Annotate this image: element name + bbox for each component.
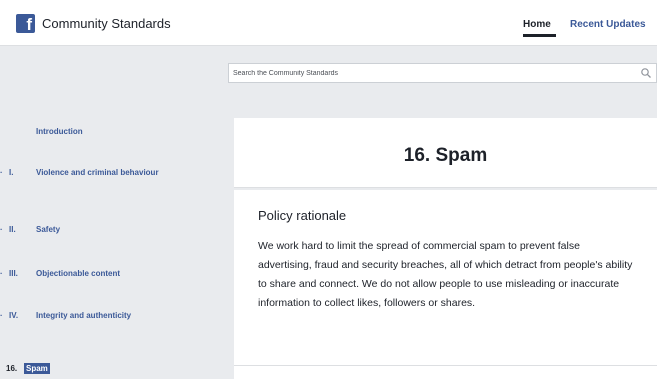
app-title[interactable]: Community Standards [42, 16, 171, 31]
facebook-logo-icon[interactable]: f [16, 14, 35, 33]
sidebar-bullet: · [0, 168, 3, 177]
divider [234, 365, 657, 366]
page-title: 16. Spam [403, 145, 488, 166]
sidebar-nav: Introduction · I. Violence and criminal … [0, 90, 228, 379]
sidebar-bullet: · [0, 269, 3, 278]
sidebar-item-label: Objectionable content [36, 269, 121, 278]
sidebar-bullet: · [0, 225, 3, 234]
policy-card: Policy rationale We work hard to limit t… [234, 190, 657, 379]
nav-recent-updates-link[interactable]: Recent Updates [570, 19, 646, 30]
section-heading: Policy rationale [258, 208, 347, 223]
sidebar-item-label: Introduction [36, 127, 83, 136]
search-input[interactable] [233, 66, 633, 80]
search-icon[interactable] [640, 67, 652, 79]
sidebar-item-label: Violence and criminal behaviour [36, 168, 159, 177]
active-tab-indicator [523, 34, 556, 37]
page-title-card: 16. Spam [234, 118, 657, 188]
sidebar-item-number: 16. [6, 364, 18, 373]
sidebar-item-number: I. [9, 168, 14, 177]
top-header: f Community Standards Home Recent Update… [0, 0, 657, 46]
sidebar-item-number: III. [9, 269, 18, 278]
search-bar [228, 63, 657, 83]
sidebar-item-number: II. [9, 225, 16, 234]
sidebar-item-label: Spam [24, 363, 50, 374]
section-paragraph: We work hard to limit the spread of comm… [258, 240, 633, 309]
sidebar-bullet: · [0, 311, 3, 320]
sidebar-item-label: Safety [36, 225, 61, 234]
sidebar-item-number: IV. [9, 311, 19, 320]
sidebar-item-label: Integrity and authenticity [36, 311, 132, 320]
nav-home-link[interactable]: Home [523, 19, 551, 30]
